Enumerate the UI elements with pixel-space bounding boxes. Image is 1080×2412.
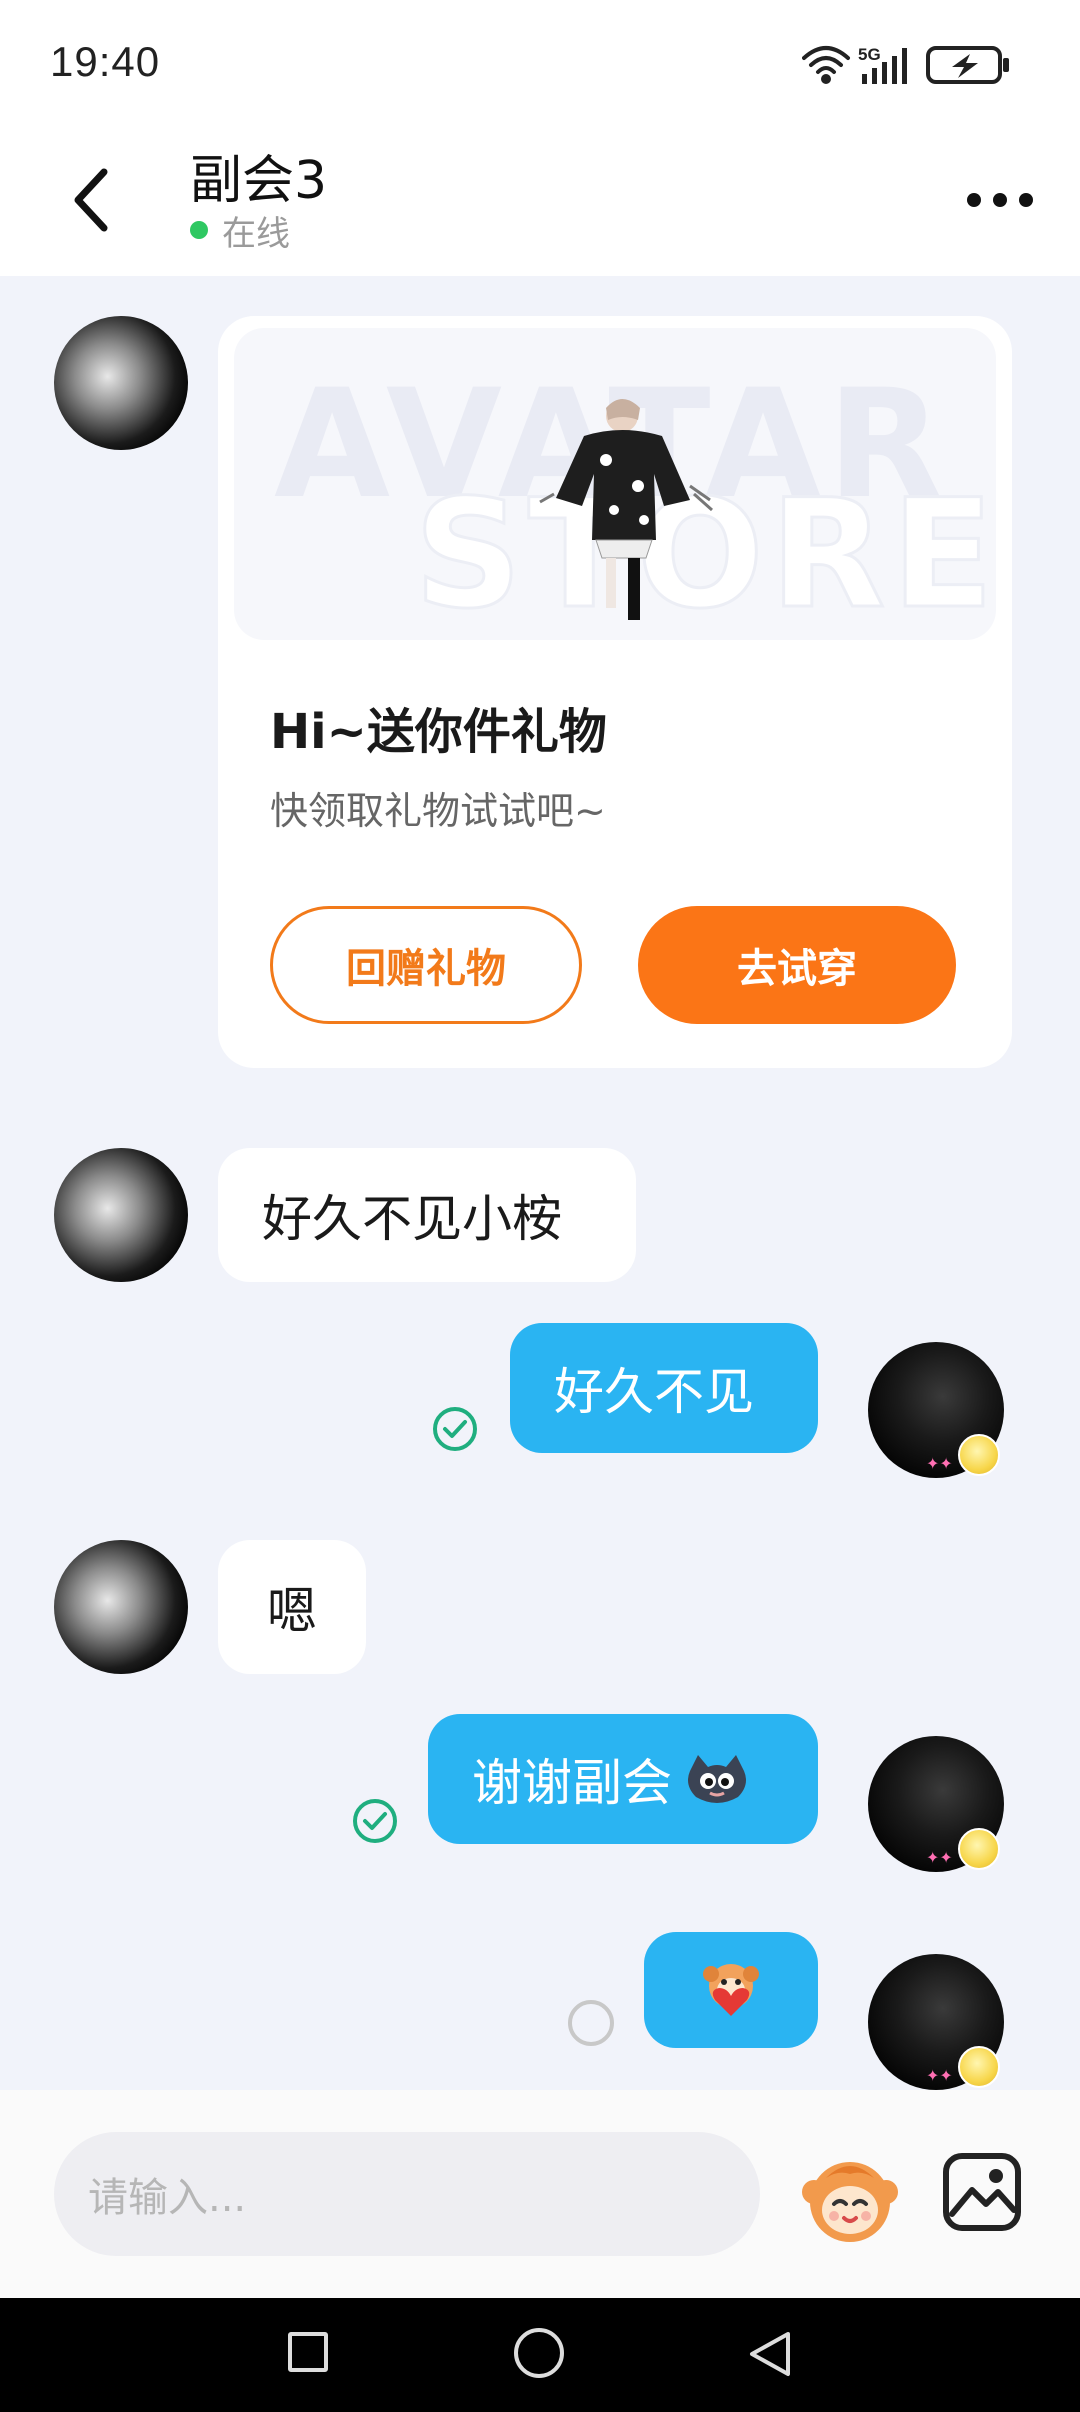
message-bubble-sent[interactable] [644,1932,818,2048]
status-icons: 5G [802,45,1009,84]
sending-status-icon [568,2000,614,2046]
avatar-stars-icon: ✦✦ [926,1848,953,1867]
status-time: 19:40 [50,38,161,85]
message-input-bar: 请输入... [0,2090,1080,2298]
gift-card-message[interactable]: AVATAR STORE Hi~送你件礼物 快领取礼物试试吧~ 回赠礼物 去试穿 [218,316,1012,1068]
contact-avatar[interactable] [54,1148,188,1282]
chat-header: 副会3 在线 [0,130,1080,276]
message-bubble-sent[interactable]: 谢谢副会 [428,1714,818,1844]
avatar-emoji-badge-icon [958,1434,1000,1476]
avatar-stars-icon: ✦✦ [926,1454,953,1473]
message-text: 好久不见小桉 [262,1190,562,1248]
contact-avatar[interactable] [54,1540,188,1674]
read-receipt-icon [433,1407,477,1451]
battery-icon [926,46,1009,84]
gift-banner-image: AVATAR STORE [234,328,996,640]
cat-face-sticker-icon [688,1755,746,1803]
avatar-stars-icon: ✦✦ [926,2066,953,2085]
message-bubble-received[interactable]: 嗯 [218,1540,366,1674]
chat-message-list[interactable]: AVATAR STORE Hi~送你件礼物 快领取礼物试试吧~ 回赠礼物 去试穿 [0,276,1080,2090]
message-text: 嗯 [267,1582,317,1640]
message-text: 好久不见 [554,1363,754,1421]
gift-subtitle: 快领取礼物试试吧~ [270,789,606,833]
return-gift-button[interactable]: 回赠礼物 [270,906,582,1024]
contact-avatar[interactable] [54,316,188,450]
network-type-label: 5G [858,45,881,64]
read-receipt-icon [353,1799,397,1843]
recent-apps-button[interactable] [288,2332,328,2372]
more-options-button[interactable] [960,170,1040,230]
contact-name: 副会3 [190,151,328,211]
heart-monkey-sticker-icon [703,1964,759,2016]
my-avatar[interactable]: ✦✦ [868,1736,1004,1872]
gift-title: Hi~送你件礼物 [270,704,607,760]
avatar-outfit-figure-icon [539,399,713,620]
try-on-button[interactable]: 去试穿 [638,906,956,1024]
message-input[interactable]: 请输入... [54,2132,760,2256]
my-avatar[interactable]: ✦✦ [868,1342,1004,1478]
message-bubble-sent[interactable]: 好久不见 [510,1323,818,1453]
message-bubble-received[interactable]: 好久不见小桉 [218,1148,636,1282]
presence-status: 在线 [190,208,290,254]
status-bar: 19:40 5G [0,0,1080,130]
system-back-button[interactable] [744,2328,794,2380]
back-button[interactable] [60,160,130,240]
my-avatar[interactable]: ✦✦ [868,1954,1004,2090]
wifi-icon [802,46,850,84]
online-dot-icon [190,221,208,239]
avatar-emoji-badge-icon [958,2046,1000,2088]
sticker-button[interactable] [800,2148,900,2248]
image-picker-button[interactable] [940,2150,1024,2234]
message-text: 谢谢副会 [472,1754,672,1812]
system-navigation-bar [0,2298,1080,2412]
presence-label: 在线 [222,213,290,254]
avatar-emoji-badge-icon [958,1828,1000,1870]
home-button[interactable] [514,2328,564,2378]
